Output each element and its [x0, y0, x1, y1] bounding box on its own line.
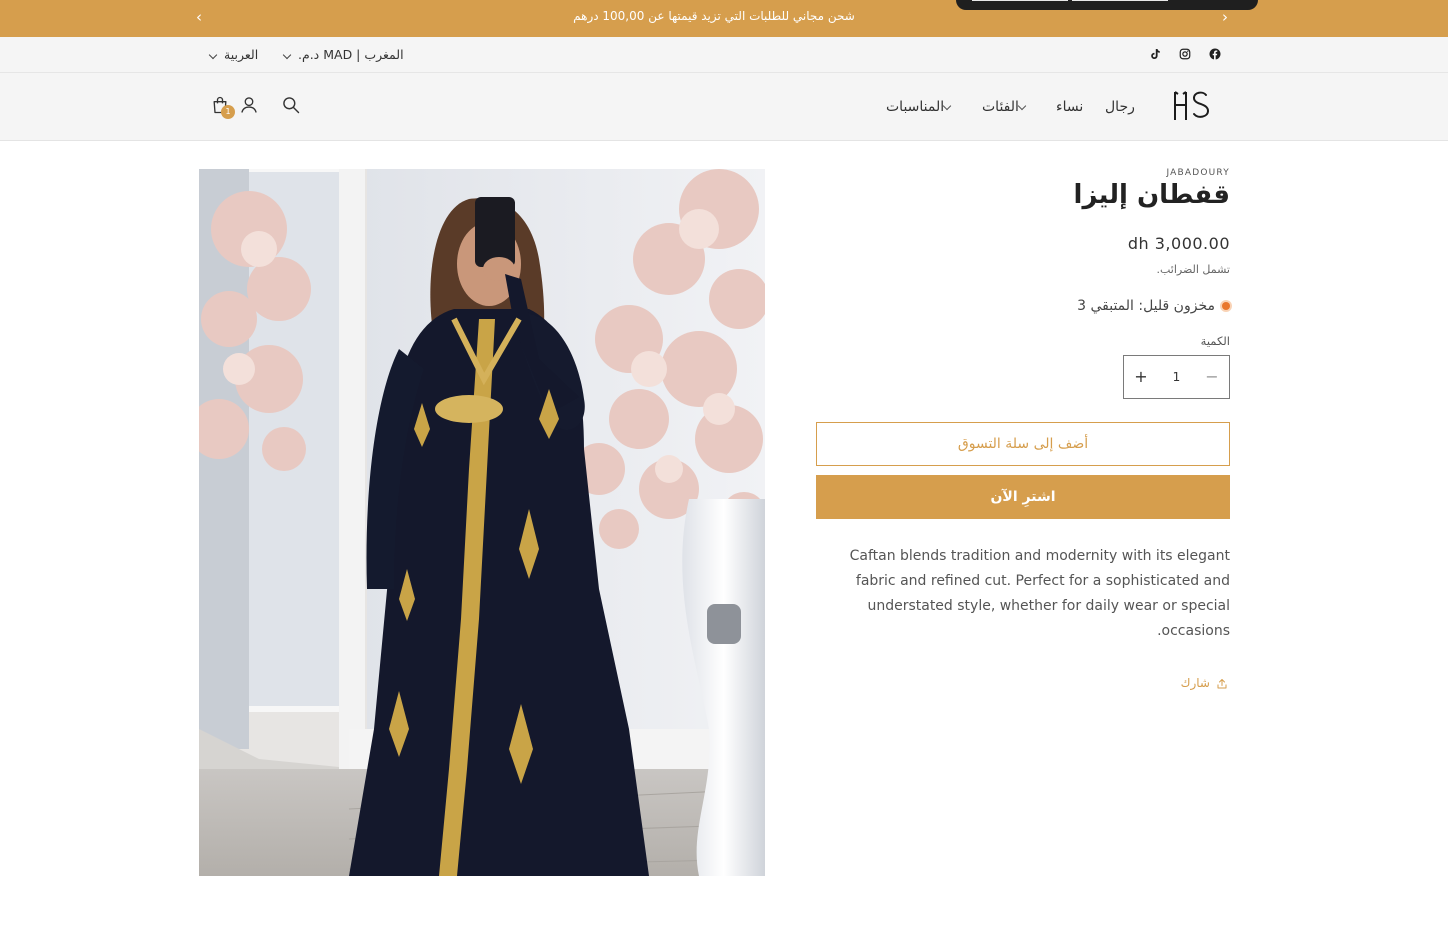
announcement-message: شحن مجاني للطلبات التي تزيد قيمتها عن 10… [573, 9, 855, 23]
product-vendor: JABADOURY [1166, 168, 1230, 178]
facebook-icon[interactable] [1209, 48, 1221, 60]
currency-selector[interactable]: المغرب | MAD د.م. [282, 47, 404, 62]
nav-item-categories[interactable]: الفئات [982, 99, 1032, 115]
language-selector[interactable]: العربية [208, 47, 259, 62]
tax-note: تشمل الضرائب. [1156, 263, 1231, 276]
chevron-down-icon [208, 50, 218, 59]
announcement-bar: ‹ شحن مجاني للطلبات التي تزيد قيمتها عن … [0, 0, 1448, 37]
nav-label: نساء [1056, 99, 1084, 115]
tiktok-icon[interactable] [1149, 48, 1161, 60]
account-button[interactable] [239, 95, 259, 119]
buy-now-button[interactable]: اشترِ الآن [816, 475, 1230, 519]
share-label: شارك [1180, 676, 1210, 690]
nav-item-women[interactable]: نساء [1056, 99, 1083, 115]
cart-count-badge: 1 [221, 105, 235, 119]
product-image[interactable] [199, 169, 765, 876]
stock-status: مخزون قليل: المتبقي 3 [1077, 298, 1230, 314]
store-logo[interactable] [1170, 88, 1214, 124]
product-price: dh 3,000.00 [1127, 234, 1230, 253]
chevron-down-icon [942, 101, 952, 110]
nav-label: الفئات [982, 99, 1019, 115]
account-icon [241, 97, 257, 113]
share-icon [1217, 678, 1227, 688]
stock-label: مخزون قليل: المتبقي 3 [1077, 298, 1215, 314]
language-label: العربية [224, 47, 259, 62]
announcement-next-button[interactable]: › [1222, 8, 1228, 26]
search-icon [283, 97, 300, 114]
add-to-cart-button[interactable]: أضف إلى سلة التسوق [816, 422, 1230, 466]
site-header: المناسبات الفئات نساء رجال [0, 73, 1448, 141]
quantity-stepper: + − [1123, 355, 1230, 399]
nav-item-occasions[interactable]: المناسبات [886, 99, 957, 115]
nav-item-men[interactable]: رجال [1105, 99, 1135, 115]
stock-dot-icon [1222, 302, 1230, 310]
nav-label: المناسبات [886, 99, 945, 115]
search-button[interactable] [281, 95, 301, 119]
overlay-strip [956, 0, 1258, 10]
quantity-input[interactable] [1158, 356, 1195, 398]
product-description: Caftan blends tradition and modernity wi… [849, 548, 1230, 639]
instagram-icon[interactable] [1179, 48, 1191, 60]
quantity-decrease-button[interactable]: − [1195, 356, 1229, 398]
quantity-label: الكمية [1200, 334, 1230, 348]
share-button[interactable]: شارك [1181, 676, 1228, 690]
quantity-increase-button[interactable]: + [1124, 356, 1158, 398]
product-title: قفطان إليزا [1073, 180, 1230, 210]
currency-label: المغرب | MAD د.م. [298, 47, 404, 62]
chevron-down-icon [282, 50, 292, 59]
utility-bar: العربية المغرب | MAD د.م. [0, 37, 1448, 73]
nav-label: رجال [1105, 99, 1135, 115]
